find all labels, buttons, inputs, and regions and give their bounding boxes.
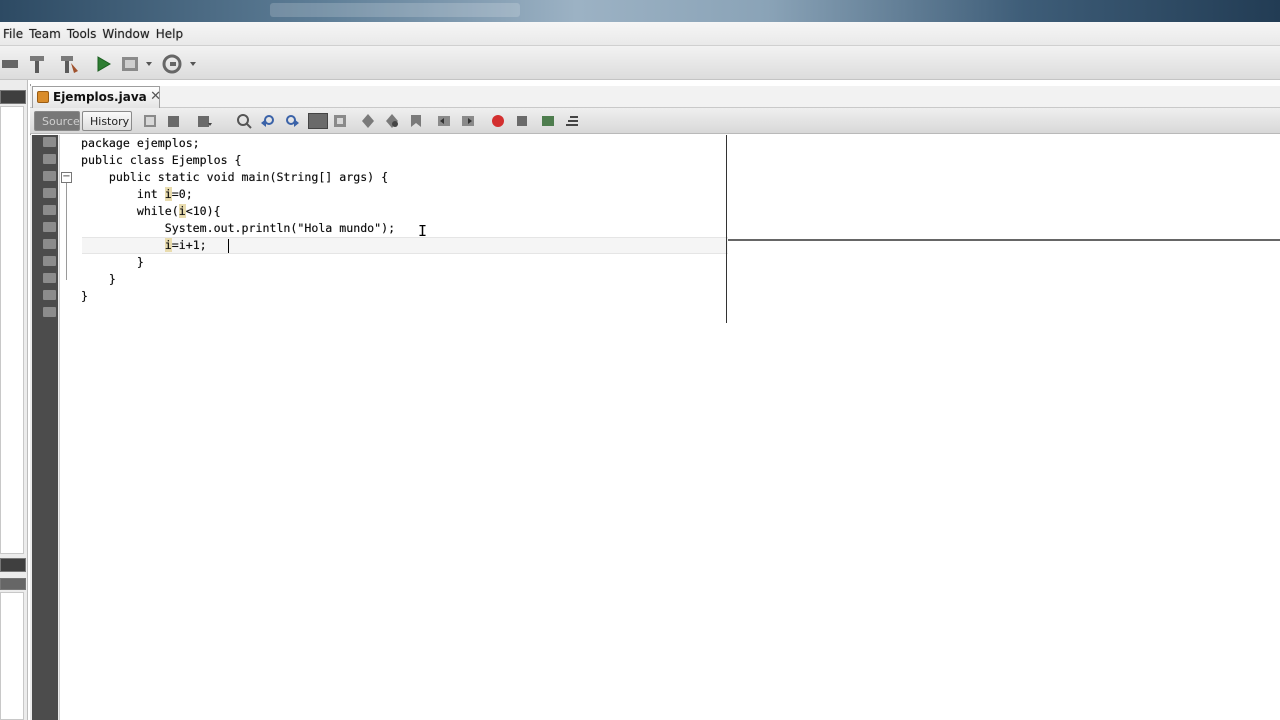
ibeam-cursor-icon: I xyxy=(418,222,428,240)
line-number xyxy=(43,154,56,164)
window-title xyxy=(270,3,520,17)
text-caret xyxy=(228,239,229,253)
tab-source[interactable]: Source xyxy=(34,111,80,131)
toggle-rectangular-selection-icon[interactable] xyxy=(332,113,348,129)
line-number xyxy=(43,222,56,232)
code-line: public class Ejemplos { xyxy=(81,153,242,167)
line-number xyxy=(43,273,56,283)
start-macro-icon[interactable] xyxy=(490,113,506,129)
main-toolbar xyxy=(0,46,1280,80)
menu-tools[interactable]: Tools xyxy=(64,27,100,41)
code-line: package ejemplos; xyxy=(81,136,200,150)
variable-highlight: i xyxy=(164,238,172,252)
navigator-panel xyxy=(0,592,24,720)
line-number xyxy=(43,256,56,266)
find-previous-icon[interactable] xyxy=(260,113,276,129)
close-icon[interactable]: ✕ xyxy=(150,89,161,104)
fold-guide xyxy=(66,183,67,280)
tab-ejemplos-java[interactable]: Ejemplos.java ✕ xyxy=(32,86,161,108)
profile-icon[interactable] xyxy=(160,53,200,75)
code-text: int xyxy=(81,187,165,201)
menu-help[interactable]: Help xyxy=(153,27,186,41)
code-line: while(i<10){ xyxy=(81,203,221,220)
code-line: public static void main(String[] args) { xyxy=(81,170,389,184)
window-titlebar xyxy=(0,0,1280,22)
find-selection-icon[interactable] xyxy=(236,113,252,129)
navigator-tab[interactable] xyxy=(0,558,26,572)
code-line: int i=0; xyxy=(81,186,193,203)
debug-icon[interactable] xyxy=(120,53,154,75)
line-number xyxy=(43,137,56,147)
clean-build-icon[interactable] xyxy=(58,53,80,75)
line-number xyxy=(43,307,56,317)
toggle-highlight-icon[interactable] xyxy=(308,113,328,129)
code-line: } xyxy=(81,255,144,269)
menu-file[interactable]: File xyxy=(0,27,26,41)
editor-divider xyxy=(728,239,1280,241)
line-number xyxy=(43,188,56,198)
forward-icon[interactable] xyxy=(196,113,212,129)
code-text: =0; xyxy=(171,187,193,201)
comment-icon[interactable] xyxy=(540,113,556,129)
line-number xyxy=(43,171,56,181)
build-icon[interactable] xyxy=(26,53,48,75)
toggle-bookmark-icon[interactable] xyxy=(408,113,424,129)
code-text: while( xyxy=(81,204,179,218)
last-edit-icon[interactable] xyxy=(142,113,158,129)
code-line: i=i+1; xyxy=(81,237,207,254)
code-line: System.out.println("Hola mundo"); xyxy=(81,221,396,235)
projects-tab[interactable] xyxy=(0,90,26,104)
line-number xyxy=(43,290,56,300)
tab-history[interactable]: History xyxy=(82,111,132,131)
run-icon[interactable] xyxy=(92,53,114,75)
code-line: } xyxy=(81,289,88,303)
editor-tab-row: Ejemplos.java ✕ xyxy=(30,86,1280,108)
code-text: =i+1; xyxy=(171,238,207,252)
java-file-icon xyxy=(37,91,49,103)
uncomment-icon[interactable] xyxy=(564,113,580,129)
right-margin-line xyxy=(726,135,727,323)
code-text: <10){ xyxy=(185,204,221,218)
code-line: } xyxy=(81,272,116,286)
left-side-panel xyxy=(0,80,28,720)
line-number-gutter[interactable] xyxy=(30,135,60,720)
projects-panel xyxy=(0,106,24,554)
variable-highlight: i xyxy=(178,204,186,218)
menu-window[interactable]: Window xyxy=(99,27,152,41)
shift-left-icon[interactable] xyxy=(436,113,452,129)
tab-label: Ejemplos.java xyxy=(53,90,147,104)
toolbar-overflow-icon[interactable] xyxy=(0,53,18,75)
find-next-icon[interactable] xyxy=(284,113,300,129)
stop-macro-icon[interactable] xyxy=(514,113,530,129)
menu-team[interactable]: Team xyxy=(26,27,64,41)
next-bookmark-icon[interactable] xyxy=(384,113,400,129)
line-number xyxy=(43,205,56,215)
editor-toolbar: Source History xyxy=(30,108,1280,134)
variable-highlight: i xyxy=(164,187,172,201)
navigator-header xyxy=(0,578,26,590)
fold-toggle-icon[interactable]: − xyxy=(61,172,72,183)
menu-bar: File Team Tools Window Help xyxy=(0,22,1280,46)
shift-right-icon[interactable] xyxy=(460,113,476,129)
line-number xyxy=(43,239,56,249)
previous-bookmark-icon[interactable] xyxy=(360,113,376,129)
back-icon[interactable] xyxy=(166,113,182,129)
